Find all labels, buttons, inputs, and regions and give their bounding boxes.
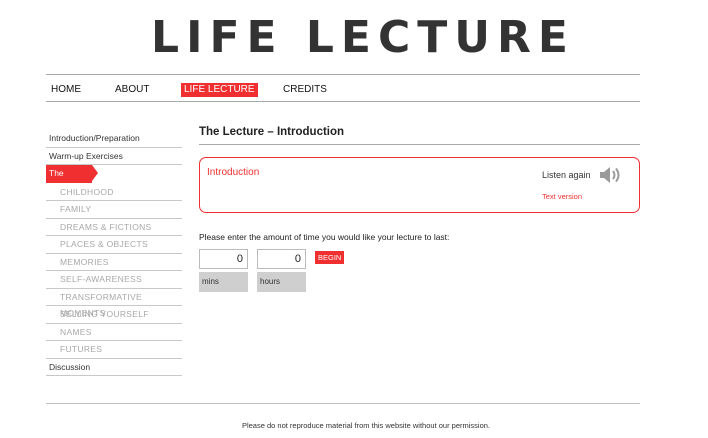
nav-life-lecture[interactable]: LIFE LECTURE [181, 83, 258, 97]
sidebar-item-discussion[interactable]: Discussion [46, 359, 182, 376]
site-title: LIFE LECTURE [151, 12, 575, 63]
sidebar-item-futures[interactable]: FUTURES [46, 341, 182, 359]
sidebar-item-introduction-preparation[interactable]: Introduction/Preparation [46, 130, 182, 148]
nav-about[interactable]: ABOUT [112, 83, 152, 97]
sidebar-item-dreams-fictions[interactable]: DREAMS & FICTIONS [46, 219, 182, 236]
sidebar-item-transformative-moments[interactable]: TRANSFORMATIVE MOMENTS [46, 289, 182, 318]
sidebar-item-self-awareness[interactable]: SELF-AWARENESS [46, 271, 182, 289]
sidebar-item-names[interactable]: NAMES [46, 324, 182, 341]
sidebar-item-warm-up-exercises[interactable]: Warm-up Exercises [46, 148, 182, 165]
duration-prompt: Please enter the amount of time you woul… [199, 232, 450, 242]
mins-input[interactable]: 0 [199, 249, 248, 269]
sidebar-item-places-objects[interactable]: PLACES & OBJECTS [46, 236, 182, 254]
footer-divider [46, 403, 640, 404]
sidebar: Introduction/Preparation Warm-up Exercis… [46, 130, 182, 376]
hours-label: hours [257, 272, 306, 292]
page-title: The Lecture – Introduction [199, 126, 640, 145]
nav-home[interactable]: HOME [48, 83, 84, 97]
hours-input[interactable]: 0 [257, 249, 306, 269]
sidebar-item-family[interactable]: FAMILY [46, 201, 182, 219]
speaker-icon[interactable] [598, 166, 622, 184]
top-nav: HOME ABOUT LIFE LECTURE CREDITS [46, 74, 640, 102]
sidebar-item-the-lecture[interactable]: The Lecture [46, 165, 98, 194]
begin-button[interactable]: BEGIN [315, 251, 345, 264]
intro-panel: Introduction Listen again Text version [199, 157, 640, 213]
listen-again-link[interactable]: Listen again [542, 170, 591, 180]
text-version-link[interactable]: Text version [542, 192, 582, 201]
sidebar-item-childhood[interactable]: CHILDHOOD [46, 184, 182, 201]
footer-notice: Please do not reproduce material from th… [241, 421, 491, 430]
intro-title: Introduction [207, 167, 260, 178]
sidebar-item-selling-yourself[interactable]: SELLING YOURSELF [46, 306, 182, 324]
mins-label: mins [199, 272, 248, 292]
nav-credits[interactable]: CREDITS [280, 83, 330, 97]
sidebar-item-memories[interactable]: MEMORIES [46, 254, 182, 271]
